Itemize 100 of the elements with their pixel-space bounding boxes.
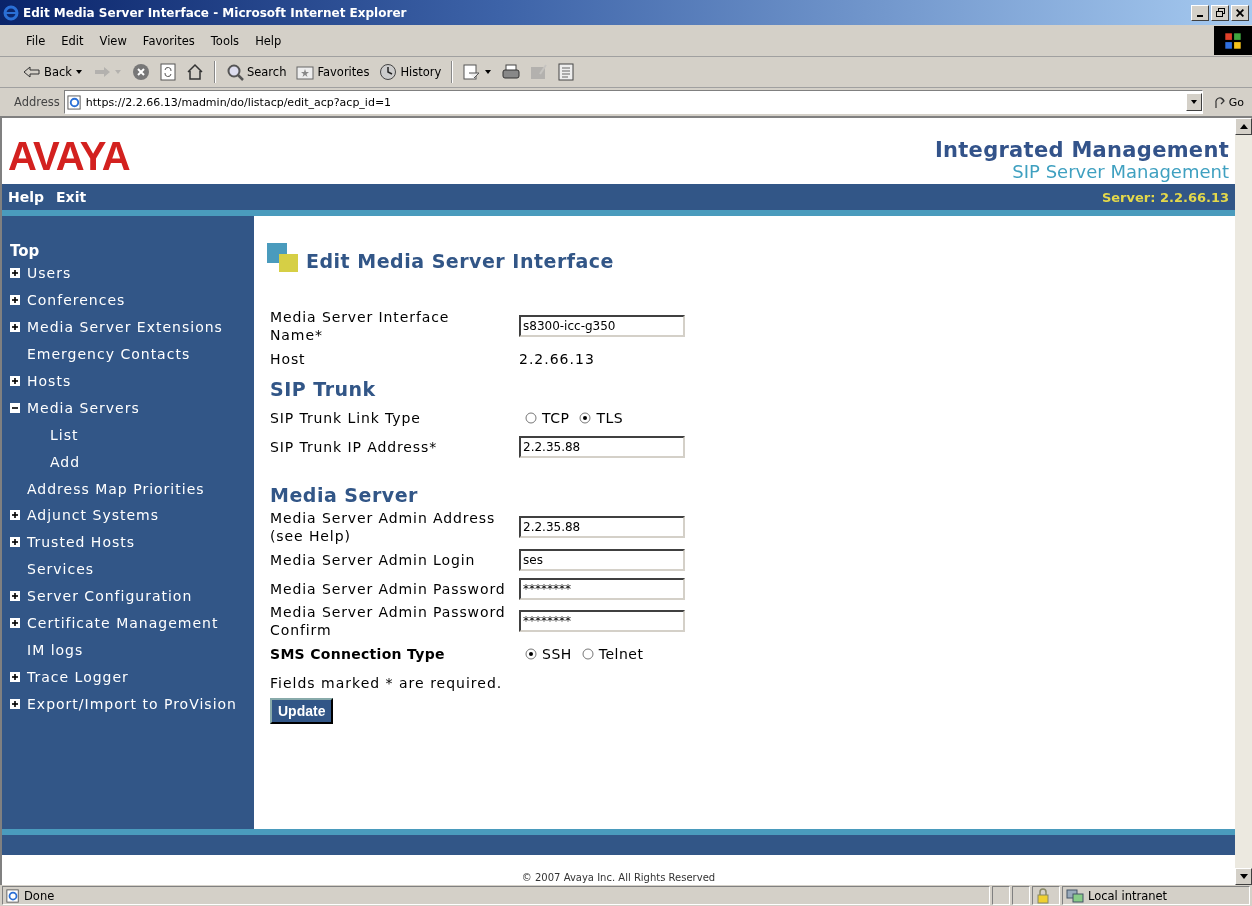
home-icon — [185, 63, 204, 81]
radio-label: Telnet — [598, 645, 644, 662]
window-title: Edit Media Server Interface - Microsoft Internet Explorer — [23, 5, 408, 20]
text-field[interactable]: ******** — [519, 577, 685, 600]
expand-icon[interactable] — [10, 618, 20, 628]
sidebar-link[interactable]: Add — [50, 453, 81, 470]
go-arrow-icon — [1212, 95, 1227, 109]
clock-icon — [379, 63, 398, 81]
expand-icon[interactable] — [10, 322, 20, 333]
back-button[interactable]: Back — [20, 63, 86, 81]
sidebar-link[interactable]: Export/Import to ProVision — [27, 695, 237, 712]
intranet-icon — [1066, 887, 1084, 904]
sidebar-link[interactable]: Trace Logger — [27, 668, 129, 685]
zone-text: Local intranet — [1088, 888, 1168, 903]
text-field[interactable]: 2.2.35.88 — [519, 435, 685, 458]
sidebar-link[interactable]: Adjunct Systems — [27, 507, 159, 524]
radio-button[interactable] — [579, 411, 592, 424]
radio-button[interactable] — [525, 647, 537, 660]
star-folder-icon — [296, 64, 315, 80]
expand-icon[interactable] — [10, 591, 20, 602]
expand-icon[interactable] — [10, 376, 20, 386]
field-label: SMS Connection Type — [270, 644, 446, 663]
expand-icon[interactable] — [10, 510, 20, 521]
history-button[interactable]: History — [376, 61, 445, 83]
radio-button[interactable] — [581, 647, 594, 660]
browser-icon — [3, 4, 19, 21]
sidebar-link[interactable]: Media Server Extensions — [27, 319, 223, 336]
sidebar-link[interactable]: IM logs — [27, 641, 84, 658]
stop-icon — [131, 63, 150, 81]
scroll-bar[interactable] — [1235, 118, 1252, 885]
field-label: Media Server Admin Login — [270, 550, 477, 569]
field-label: Media Server Admin Password — [270, 579, 506, 598]
field-label: Media Server Admin Address (see Help) — [270, 509, 497, 545]
sidebar-link[interactable]: Services — [27, 561, 95, 578]
sidebar-heading[interactable]: Top — [10, 242, 40, 260]
nav-link[interactable]: Exit — [56, 189, 87, 205]
address-field[interactable]: https://2.2.66.13/madmin/do/listacp/edit_acp?acp_id=1 — [63, 90, 1203, 114]
minimize-button[interactable] — [1191, 4, 1209, 21]
printer-icon — [502, 63, 521, 81]
favorites-button[interactable]: Favorites — [293, 62, 373, 82]
sidebar-link[interactable]: Hosts — [27, 373, 72, 389]
edit-icon — [530, 63, 549, 81]
logo: AVAYA — [8, 134, 130, 179]
expand-icon[interactable] — [10, 698, 20, 709]
required-note: Fields marked * are required. — [270, 674, 503, 692]
search-icon — [225, 63, 244, 81]
text-field[interactable]: 2.2.35.88 — [519, 516, 685, 538]
menu-item[interactable]: Tools — [202, 33, 248, 48]
sidebar-link[interactable]: Media Servers — [27, 399, 140, 416]
sidebar-link[interactable]: List — [50, 426, 79, 443]
app-title: Integrated Management — [934, 138, 1229, 162]
section-heading: Media Server — [270, 483, 419, 507]
app-subtitle: SIP Server Management — [1012, 162, 1229, 182]
menu-item[interactable]: Help — [247, 33, 290, 48]
expand-icon[interactable] — [10, 537, 20, 548]
radio-label: SSH — [542, 645, 572, 662]
close-button[interactable] — [1231, 4, 1249, 21]
menu-item[interactable]: File — [18, 33, 54, 48]
radio-button[interactable] — [525, 411, 537, 424]
expand-icon[interactable] — [10, 671, 20, 682]
refresh-icon — [159, 63, 176, 81]
sidebar-link[interactable]: Certificate Management — [27, 615, 219, 631]
text-field[interactable]: s8300-icc-g350 — [519, 315, 685, 337]
sidebar-link[interactable]: Server Configuration — [27, 588, 193, 605]
field-label: Host — [270, 349, 307, 368]
update-button[interactable]: Update — [270, 698, 334, 724]
squares-icon — [266, 242, 300, 274]
dropdown-button[interactable] — [1185, 93, 1202, 111]
address-label: Address — [14, 95, 60, 109]
back-arrow-icon — [23, 65, 41, 79]
radio-label: TLS — [596, 409, 624, 426]
page-icon — [6, 888, 20, 903]
sidebar-link[interactable]: Conferences — [27, 292, 126, 309]
text-field[interactable]: ses — [519, 548, 685, 571]
menu-item[interactable]: Edit — [53, 33, 92, 48]
nav-link[interactable]: Help — [8, 189, 45, 205]
search-button[interactable]: Search — [222, 61, 290, 83]
caret-icon — [74, 69, 83, 75]
menu-item[interactable]: View — [91, 33, 135, 48]
restore-button[interactable] — [1211, 4, 1229, 21]
expand-icon[interactable] — [10, 295, 20, 306]
collapse-icon[interactable] — [10, 402, 20, 413]
expand-icon[interactable] — [10, 268, 20, 279]
text-field[interactable]: ******** — [519, 610, 685, 632]
page-title: Edit Media Server Interface — [306, 249, 614, 274]
sidebar-link[interactable]: Trusted Hosts — [27, 534, 136, 551]
document-icon — [558, 63, 575, 81]
forward-arrow-icon — [92, 65, 111, 79]
caret-icon — [113, 69, 122, 75]
sidebar-link[interactable]: Users — [27, 265, 72, 282]
close-icon — [1236, 8, 1244, 17]
sidebar-link[interactable]: Emergency Contacts — [27, 346, 191, 363]
menu-item[interactable]: Favorites — [134, 33, 203, 48]
status-text: Done — [24, 888, 55, 903]
sidebar-link[interactable]: Address Map Priorities — [27, 480, 205, 497]
radio-label: TCP — [542, 409, 570, 426]
windows-logo — [1214, 26, 1252, 55]
go-button[interactable]: Go — [1206, 95, 1252, 109]
field-label: SIP Trunk IP Address* — [270, 437, 439, 456]
lock-icon — [1036, 887, 1050, 904]
